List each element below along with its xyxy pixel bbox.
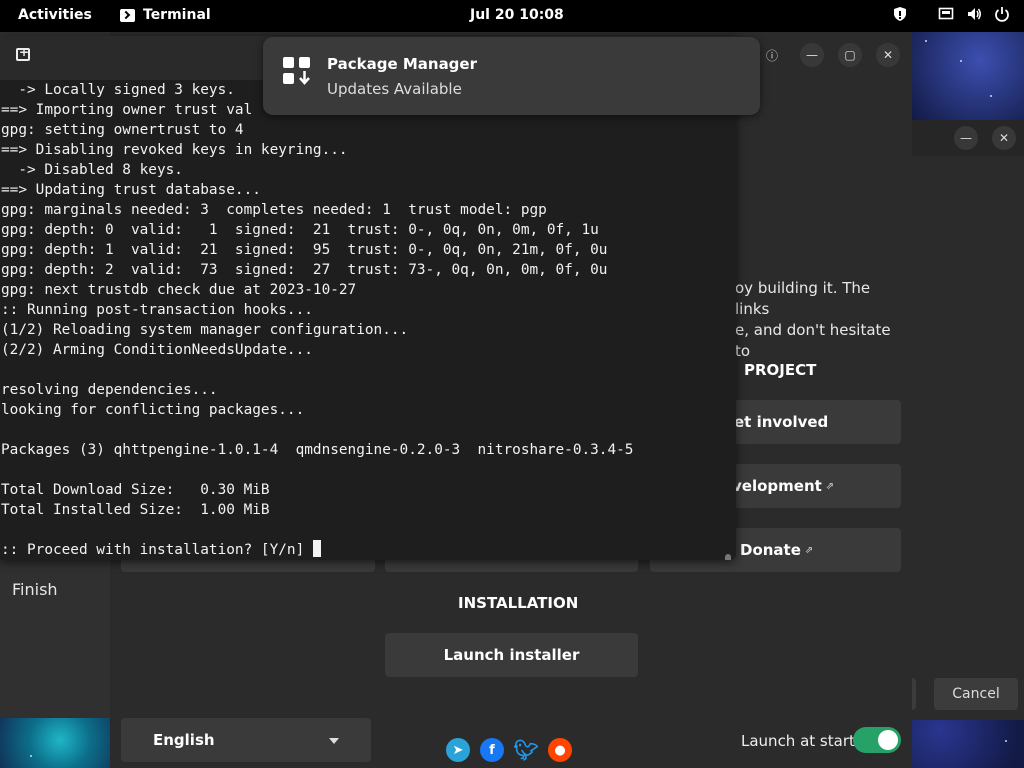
button-label: et involved <box>734 413 829 431</box>
terminal-line: Total Installed Size: 1.00 MiB <box>1 502 270 518</box>
terminal-line: -> Disabled 8 keys. <box>1 162 183 178</box>
terminal-prompt-line[interactable]: :: Proceed with installation? [Y/n] <box>0 540 736 560</box>
wallpaper-star <box>960 60 962 62</box>
language-dropdown[interactable]: English <box>121 718 371 762</box>
reddit-icon[interactable]: ● <box>548 738 572 762</box>
network-wired-icon[interactable] <box>938 6 954 22</box>
terminal-line: (2/2) Arming ConditionNeedsUpdate... <box>1 342 313 358</box>
language-selected: English <box>153 731 215 749</box>
top-bar: Activities Terminal Jul 20 10:08 <box>0 0 1024 32</box>
system-status-area[interactable] <box>892 6 1010 22</box>
app-menu[interactable]: Terminal <box>120 7 211 23</box>
info-icon[interactable]: ⓘ <box>760 43 784 67</box>
facebook-icon[interactable]: f <box>480 738 504 762</box>
terminal-prompt: :: Proceed with installation? [Y/n] <box>1 542 313 558</box>
get-involved-button[interactable]: et involved <box>720 400 901 444</box>
minimize-button[interactable]: — <box>954 126 978 150</box>
terminal-line: Packages (3) qhttpengine-1.0.1-4 qmdnsen… <box>1 442 634 458</box>
telegram-icon[interactable]: ➤ <box>446 738 470 762</box>
activities-button[interactable]: Activities <box>18 7 92 23</box>
terminal-line: ==> Disabling revoked keys in keyring... <box>1 142 348 158</box>
terminal-line: gpg: depth: 1 valid: 21 signed: 95 trust… <box>1 242 608 258</box>
body-text-line: e, and don't hesitate to <box>735 321 891 360</box>
package-manager-icon <box>283 57 310 85</box>
clock[interactable]: Jul 20 10:08 <box>470 7 564 23</box>
maximize-button[interactable]: ▢ <box>838 43 862 67</box>
terminal-line: (1/2) Reloading system manager configura… <box>1 322 409 338</box>
terminal-line: :: Running post-transaction hooks... <box>1 302 313 318</box>
terminal-line: Total Download Size: 0.30 MiB <box>1 482 270 498</box>
terminal-cursor <box>312 540 321 557</box>
terminal-line: gpg: setting ownertrust to 4 <box>1 122 244 138</box>
notification-body: Updates Available <box>327 80 462 98</box>
external-link-icon: ⇗ <box>825 480 835 492</box>
terminal-line: looking for conflicting packages... <box>1 402 305 418</box>
installation-section-title: INSTALLATION <box>458 594 579 612</box>
button-label: velopment <box>732 477 822 495</box>
launch-installer-button[interactable]: Launch installer <box>385 633 638 677</box>
terminal-output[interactable]: -> Locally signed 3 keys. ==> Importing o… <box>0 80 736 560</box>
button-label: Launch installer <box>443 646 580 664</box>
terminal-line: gpg: depth: 2 valid: 73 signed: 27 trust… <box>1 262 608 278</box>
terminal-scrollbar[interactable] <box>725 554 731 560</box>
body-text-line: oy building it. The links <box>735 279 871 318</box>
wallpaper-star <box>30 755 32 757</box>
app-name: Terminal <box>143 7 211 23</box>
notification-title: Package Manager <box>327 55 477 73</box>
cancel-button[interactable]: Cancel <box>934 678 1018 710</box>
wallpaper-star <box>925 40 927 42</box>
wallpaper-star <box>1005 740 1007 742</box>
social-links: ➤ f 🐦︎ ● <box>446 738 572 762</box>
notification-banner[interactable]: Package Manager Updates Available <box>263 37 760 115</box>
launch-at-start-label: Launch at start <box>741 732 855 750</box>
terminal-line: gpg: depth: 0 valid: 1 signed: 21 trust:… <box>1 222 599 238</box>
button-label: Donate <box>740 541 801 559</box>
external-link-icon: ⇗ <box>804 544 814 556</box>
chevron-down-icon <box>329 738 339 744</box>
background-dialog-window <box>912 120 1024 720</box>
privacy-shield-icon[interactable] <box>892 6 908 22</box>
welcome-body-text: oy building it. The links e, and don't h… <box>735 278 905 362</box>
terminal-icon <box>120 8 135 22</box>
terminal-line: resolving dependencies... <box>1 382 218 398</box>
new-tab-icon[interactable] <box>16 45 30 61</box>
terminal-line: gpg: next trustdb check due at 2023-10-2… <box>1 282 357 298</box>
development-button[interactable]: velopment ⇗ <box>720 464 901 508</box>
background-dialog-header: — ✕ <box>912 120 1024 156</box>
twitter-icon[interactable]: 🐦︎ <box>513 738 538 762</box>
wallpaper-star <box>990 95 992 97</box>
minimize-button[interactable]: — <box>800 43 824 67</box>
volume-icon[interactable] <box>966 6 982 22</box>
sidebar-item-finish[interactable]: Finish <box>12 580 58 599</box>
power-icon[interactable] <box>994 6 1010 22</box>
close-button[interactable]: ✕ <box>992 126 1016 150</box>
project-section-title: PROJECT <box>744 361 817 379</box>
close-button[interactable]: ✕ <box>876 43 900 67</box>
terminal-line: gpg: marginals needed: 3 completes neede… <box>1 202 547 218</box>
terminal-line: ==> Updating trust database... <box>1 182 261 198</box>
launch-at-start-toggle[interactable] <box>853 727 901 753</box>
